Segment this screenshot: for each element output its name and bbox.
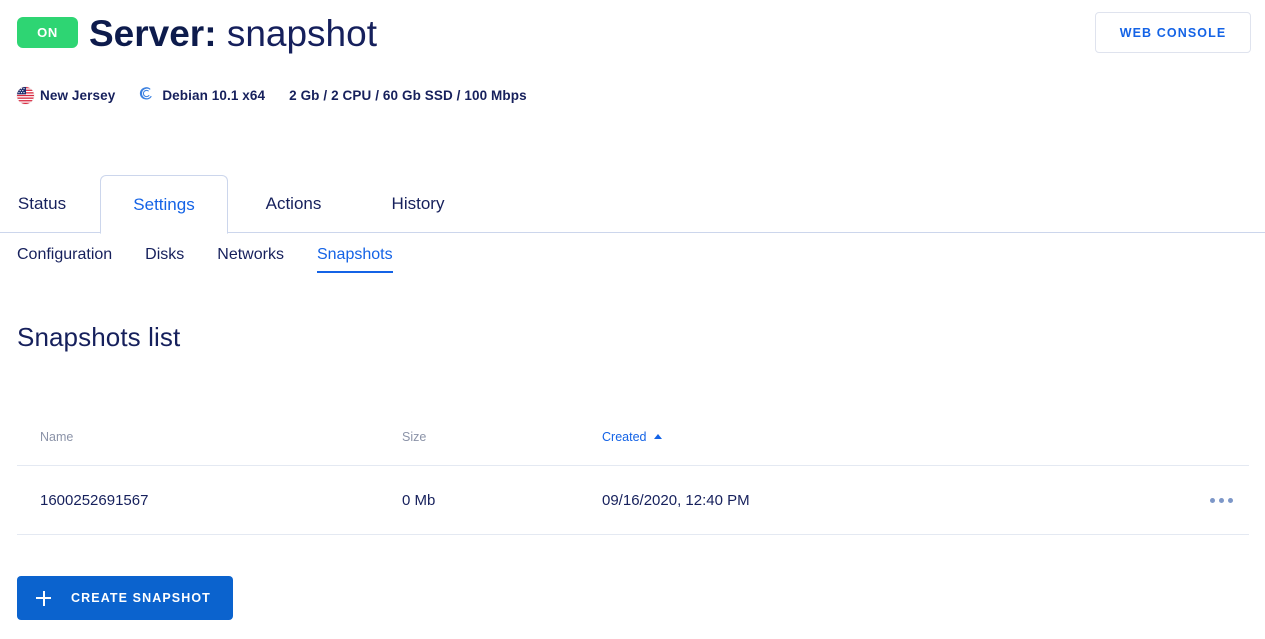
meta-os: Debian 10.1 x64 bbox=[139, 86, 265, 105]
column-header-name-label: Name bbox=[40, 430, 74, 444]
column-header-size-label: Size bbox=[402, 430, 427, 444]
meta-specs-label: 2 Gb / 2 CPU / 60 Gb SSD / 100 Mbps bbox=[289, 87, 527, 103]
page-header: ON Server: snapshot WEB CONSOLE bbox=[0, 0, 1265, 72]
column-header-size[interactable]: Size bbox=[402, 430, 602, 466]
table-row[interactable]: 1600252691567 0 Mb 09/16/2020, 12:40 PM bbox=[17, 465, 1249, 535]
subtab-snapshots[interactable]: Snapshots bbox=[316, 246, 393, 273]
sort-ascending-icon bbox=[654, 434, 663, 440]
subtab-disks[interactable]: Disks bbox=[145, 246, 184, 273]
web-console-button[interactable]: WEB CONSOLE bbox=[1095, 12, 1251, 53]
column-header-created[interactable]: Created bbox=[602, 430, 1102, 466]
server-snapshot-page: ON Server: snapshot WEB CONSOLE New Jers… bbox=[0, 0, 1265, 639]
sub-tab-bar: Configuration Disks Networks Snapshots bbox=[17, 246, 393, 282]
page-title-value: snapshot bbox=[226, 13, 377, 54]
page-title-label: Server: bbox=[89, 13, 217, 54]
snapshots-table: Name Size Created 1600252691567 0 Mb 09/… bbox=[17, 430, 1249, 535]
kebab-dot bbox=[1219, 498, 1224, 503]
table-header-row: Name Size Created bbox=[17, 430, 1249, 466]
tab-status[interactable]: Status bbox=[0, 175, 84, 233]
meta-location-label: New Jersey bbox=[40, 87, 116, 103]
snapshots-table-container: Name Size Created 1600252691567 0 Mb 09/… bbox=[17, 430, 1249, 535]
tab-history[interactable]: History bbox=[373, 175, 463, 233]
server-meta-row: New Jersey Debian 10.1 x64 2 Gb / 2 CPU … bbox=[17, 84, 527, 106]
main-tab-bar: Status Settings Actions History bbox=[0, 175, 1265, 234]
cell-snapshot-name: 1600252691567 bbox=[17, 465, 402, 535]
plus-icon bbox=[36, 590, 51, 606]
cell-snapshot-created: 09/16/2020, 12:40 PM bbox=[602, 465, 1102, 535]
create-snapshot-button[interactable]: CREATE SNAPSHOT bbox=[17, 576, 233, 620]
kebab-dot bbox=[1210, 498, 1215, 503]
tab-settings[interactable]: Settings bbox=[100, 175, 228, 234]
row-actions-menu-icon[interactable] bbox=[1102, 498, 1249, 503]
tab-actions[interactable]: Actions bbox=[244, 175, 343, 233]
subtab-networks[interactable]: Networks bbox=[217, 246, 284, 273]
create-snapshot-button-label: CREATE SNAPSHOT bbox=[71, 591, 211, 605]
meta-specs: 2 Gb / 2 CPU / 60 Gb SSD / 100 Mbps bbox=[289, 88, 527, 103]
column-header-created-label: Created bbox=[602, 430, 647, 444]
column-header-actions bbox=[1102, 430, 1249, 466]
kebab-dot bbox=[1228, 498, 1233, 503]
cell-snapshot-size: 0 Mb bbox=[402, 465, 602, 535]
table-body: 1600252691567 0 Mb 09/16/2020, 12:40 PM bbox=[17, 465, 1249, 535]
page-title: Server: snapshot bbox=[89, 8, 377, 60]
meta-location: New Jersey bbox=[17, 86, 116, 104]
meta-os-label: Debian 10.1 x64 bbox=[162, 87, 266, 103]
status-badge: ON bbox=[17, 17, 78, 48]
section-heading: Snapshots list bbox=[17, 322, 181, 352]
cell-row-actions bbox=[1102, 465, 1249, 535]
column-header-name[interactable]: Name bbox=[17, 430, 402, 466]
debian-logo-icon bbox=[139, 86, 155, 105]
table-header: Name Size Created bbox=[17, 430, 1249, 466]
us-flag-icon bbox=[17, 86, 34, 104]
subtab-configuration[interactable]: Configuration bbox=[17, 246, 112, 273]
